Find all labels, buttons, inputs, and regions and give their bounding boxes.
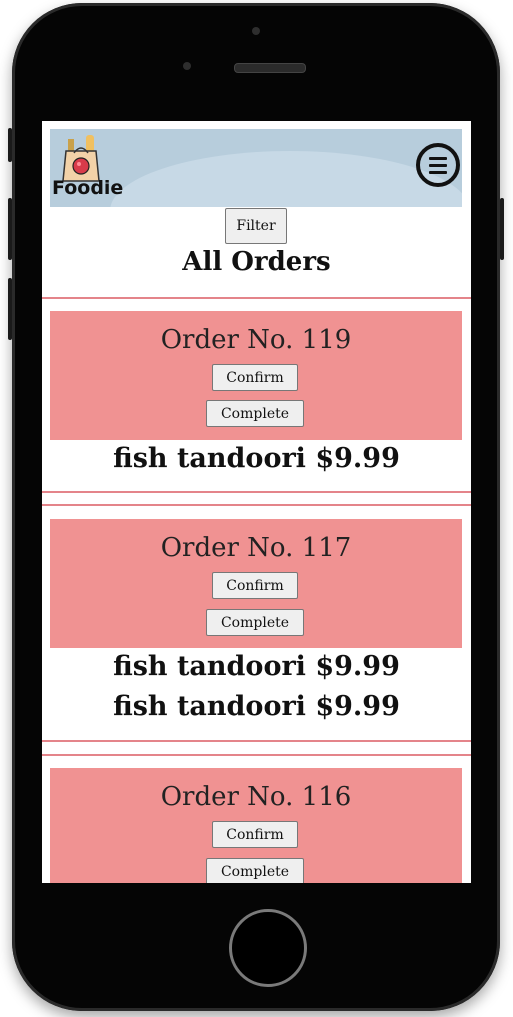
- volume-down-button: [8, 278, 12, 340]
- menu-line: [429, 156, 447, 160]
- order-card: Order No. 116 Confirm Complete: [50, 768, 462, 883]
- home-button[interactable]: [229, 909, 307, 987]
- order-card: Order No. 117 Confirm Complete: [50, 519, 462, 648]
- complete-button[interactable]: Complete: [206, 858, 304, 883]
- earpiece-speaker: [234, 63, 306, 73]
- menu-line: [429, 163, 447, 167]
- menu-line: [429, 170, 447, 174]
- order-item: fish tandoori $9.99: [113, 651, 400, 682]
- proximity-sensor-icon: [183, 62, 191, 70]
- confirm-button[interactable]: Confirm: [212, 572, 298, 599]
- complete-button[interactable]: Complete: [206, 609, 304, 636]
- divider: [42, 754, 471, 756]
- order-title: Order No. 119: [160, 325, 352, 355]
- order-title: Order No. 117: [160, 533, 352, 563]
- divider: [42, 740, 471, 742]
- front-camera-icon: [252, 27, 260, 35]
- logo-text: Foodie: [52, 177, 124, 199]
- power-button: [500, 198, 504, 260]
- filter-button[interactable]: Filter: [225, 208, 287, 244]
- app-header: Foodie: [50, 129, 462, 207]
- mute-switch: [8, 128, 12, 162]
- confirm-button[interactable]: Confirm: [212, 364, 298, 391]
- confirm-button[interactable]: Confirm: [212, 821, 298, 848]
- volume-up-button: [8, 198, 12, 260]
- order-card: Order No. 119 Confirm Complete: [50, 311, 462, 440]
- order-item: fish tandoori $9.99: [113, 443, 400, 474]
- app-screen: Foodie Filter All Orders Order No. 119 C…: [42, 121, 471, 883]
- divider: [42, 491, 471, 493]
- order-title: Order No. 116: [160, 782, 352, 812]
- header-wave-decoration: [110, 151, 462, 207]
- menu-icon[interactable]: [416, 143, 460, 187]
- order-item: fish tandoori $9.99: [113, 691, 400, 722]
- divider: [42, 297, 471, 299]
- complete-button[interactable]: Complete: [206, 400, 304, 427]
- divider: [42, 504, 471, 506]
- page-title: All Orders: [182, 247, 331, 277]
